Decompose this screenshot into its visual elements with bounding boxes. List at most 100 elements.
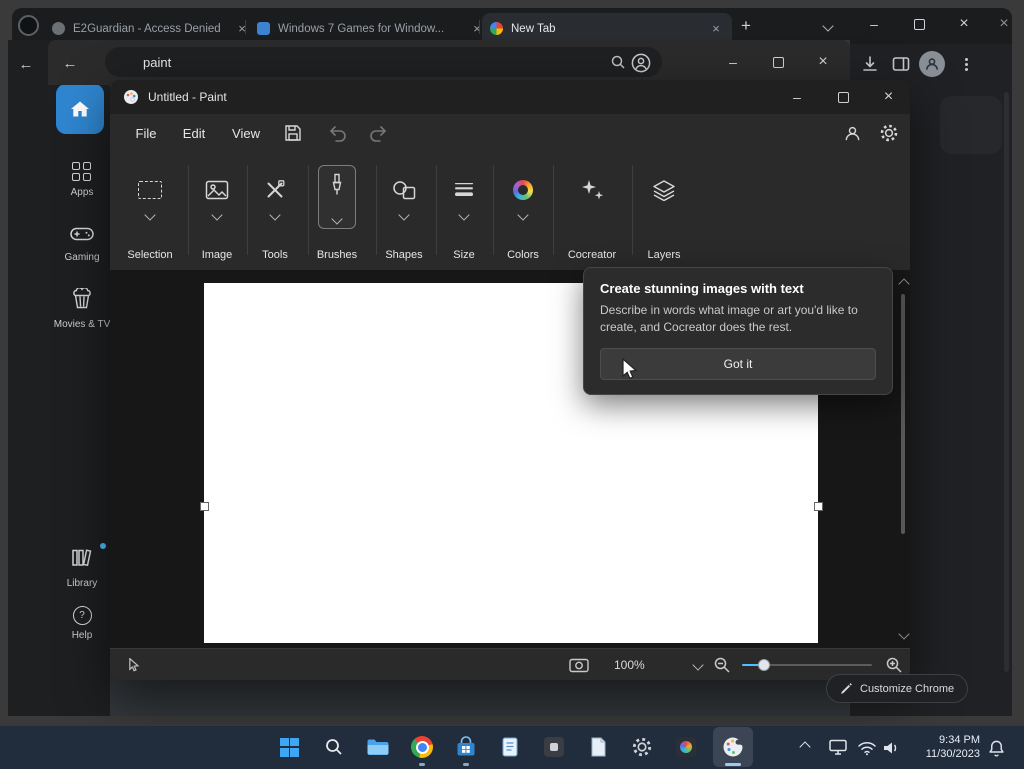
tray-display-icon[interactable] xyxy=(826,737,850,757)
file-explorer-button[interactable] xyxy=(358,727,398,767)
tool-layers[interactable]: Layers xyxy=(636,152,692,270)
browser-menu-icon[interactable] xyxy=(956,52,976,76)
apps-grid-icon xyxy=(72,162,92,182)
network-icon[interactable] xyxy=(856,739,878,757)
scroll-up-icon[interactable] xyxy=(898,278,910,290)
tool-colors[interactable]: Colors xyxy=(495,152,551,270)
vertical-scrollbar[interactable] xyxy=(897,274,910,646)
paint-minimize-button[interactable]: – xyxy=(775,83,819,111)
tool-image[interactable]: Image xyxy=(189,152,245,270)
zoom-level-dropdown[interactable]: 100% xyxy=(608,654,708,676)
tray-chevron-up[interactable] xyxy=(793,739,817,755)
menu-edit[interactable]: Edit xyxy=(168,114,220,152)
address-bar[interactable]: paint xyxy=(105,47,662,77)
scrollbar-thumb[interactable] xyxy=(901,294,905,534)
zoom-in-icon[interactable] xyxy=(884,656,904,674)
tab-search-chevron-icon[interactable] xyxy=(816,18,840,34)
running-indicator xyxy=(419,763,425,766)
chrome-button[interactable] xyxy=(402,727,442,767)
account-icon[interactable] xyxy=(628,50,654,76)
got-it-button[interactable]: Got it xyxy=(600,347,876,380)
chevron-down-icon xyxy=(458,209,470,221)
paint-button-active[interactable] xyxy=(713,727,753,767)
customize-chrome-button[interactable]: Customize Chrome xyxy=(826,674,969,703)
window-minimize-button[interactable]: – xyxy=(711,48,755,76)
window-maximize-button[interactable] xyxy=(756,48,800,76)
browser-maximize-button[interactable] xyxy=(899,10,939,38)
tool-tools[interactable]: Tools xyxy=(247,152,303,270)
photos-app-button[interactable] xyxy=(666,727,706,767)
tool-cocreator[interactable]: Cocreator xyxy=(562,152,622,270)
paint-ribbon: File Edit View Selection Image Tools Bru… xyxy=(110,114,910,270)
side-panel-icon[interactable] xyxy=(889,52,913,76)
menu-file[interactable]: File xyxy=(120,114,172,152)
tool-size[interactable]: Size xyxy=(436,152,492,270)
browser-minimize-button[interactable]: – xyxy=(854,10,894,38)
paint-close-button[interactable]: × xyxy=(867,83,910,111)
notepad-button[interactable] xyxy=(490,727,530,767)
store-back-button[interactable]: ← xyxy=(10,52,42,76)
document-app-button[interactable] xyxy=(578,727,618,767)
scroll-down-icon[interactable] xyxy=(898,628,910,640)
taskbar: 9:34 PM 11/30/2023 xyxy=(0,725,1024,769)
sidebar-item-label: Apps xyxy=(70,187,94,198)
sidebar-item-label: Help xyxy=(71,630,93,641)
microsoft-store-button[interactable] xyxy=(446,727,486,767)
sidebar-item-apps[interactable]: Apps xyxy=(48,162,116,198)
chrome-icon xyxy=(411,736,433,758)
cursor-position-icon xyxy=(126,657,142,673)
window-close-button[interactable]: × xyxy=(801,48,845,76)
menu-view[interactable]: View xyxy=(218,114,274,152)
tooltip-body: Describe in words what image or art you'… xyxy=(600,303,858,334)
notifications-bell-icon[interactable] xyxy=(984,737,1008,759)
library-icon xyxy=(48,548,116,573)
paint-app-icon xyxy=(123,89,139,105)
taskbar-app-button[interactable] xyxy=(534,727,574,767)
profile-avatar[interactable] xyxy=(919,51,945,77)
background-window-close-icon[interactable]: × xyxy=(984,10,1012,38)
tool-brushes-selected[interactable]: Brushes xyxy=(309,152,365,270)
new-tab-button[interactable]: + xyxy=(726,12,766,40)
paint-palette-icon xyxy=(723,737,743,757)
ntp-scrollbar[interactable] xyxy=(1004,92,1009,672)
download-icon[interactable] xyxy=(858,52,882,76)
canvas-resize-handle-right[interactable] xyxy=(814,502,823,511)
sidebar-item-library[interactable]: Library xyxy=(48,543,116,589)
back-button[interactable]: ← xyxy=(56,49,84,77)
zoom-slider-thumb[interactable] xyxy=(758,659,770,671)
library-badge-dot xyxy=(100,543,106,549)
sidebar-item-gaming[interactable]: Gaming xyxy=(48,226,116,263)
settings-button[interactable] xyxy=(622,727,662,767)
start-button[interactable] xyxy=(269,727,309,767)
canvas-resize-handle-left[interactable] xyxy=(200,502,209,511)
zoom-out-icon[interactable] xyxy=(712,656,732,674)
tab-close-icon[interactable]: × xyxy=(234,21,250,37)
browser-toolbar: ← paint – × xyxy=(48,40,850,85)
sidebar-item-label: Gaming xyxy=(64,252,100,263)
chevron-down-icon xyxy=(211,209,223,221)
taskbar-clock[interactable]: 9:34 PM 11/30/2023 xyxy=(906,733,980,761)
tool-shapes[interactable]: Shapes xyxy=(376,152,432,270)
taskbar-search-button[interactable] xyxy=(314,727,354,767)
sidebar-item-home[interactable] xyxy=(56,84,104,134)
browser-close-button[interactable]: × xyxy=(944,10,984,38)
toolbar-divider xyxy=(493,165,494,255)
sidebar-item-movies-tv[interactable]: Movies & TV xyxy=(48,287,116,330)
volume-icon[interactable] xyxy=(880,739,902,757)
tab-close-icon[interactable]: × xyxy=(708,21,724,37)
chevron-down-icon xyxy=(269,209,281,221)
tool-selection[interactable]: Selection xyxy=(122,152,178,270)
account-icon[interactable] xyxy=(841,122,863,144)
search-icon[interactable] xyxy=(610,54,626,70)
zoom-slider[interactable] xyxy=(742,659,872,671)
sidebar-item-help[interactable]: ? Help xyxy=(48,606,116,641)
windows-logo-icon xyxy=(279,737,299,757)
save-icon[interactable] xyxy=(282,122,304,144)
paint-maximize-button[interactable] xyxy=(821,83,865,111)
undo-icon[interactable] xyxy=(326,122,350,144)
redo-icon[interactable] xyxy=(366,122,390,144)
ntp-shortcut-tile[interactable] xyxy=(940,96,1002,154)
chevron-down-icon xyxy=(692,659,704,671)
screenshot-icon[interactable] xyxy=(568,656,590,674)
settings-gear-icon[interactable] xyxy=(878,122,900,144)
